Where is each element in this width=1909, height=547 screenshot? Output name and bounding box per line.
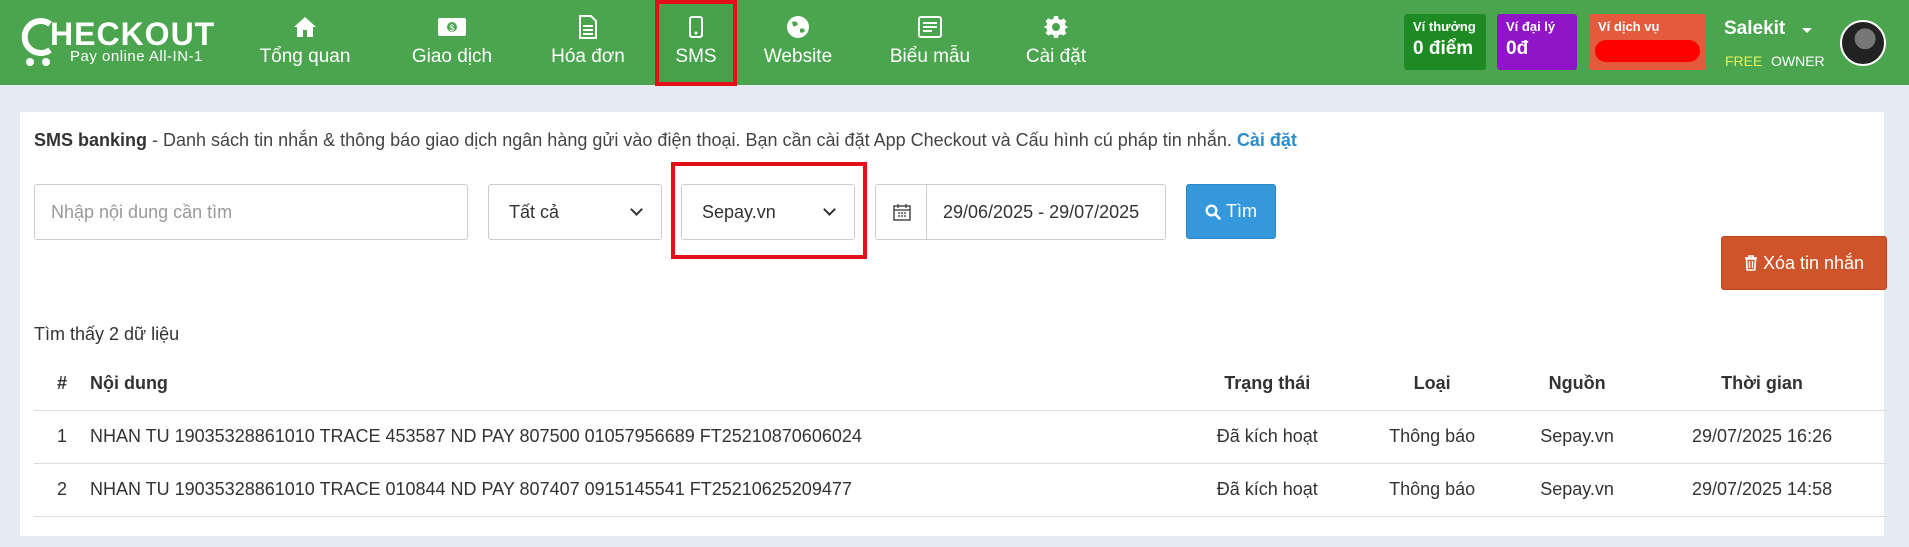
type-select-value: Tất cả bbox=[509, 201, 560, 222]
user-name[interactable]: Salekit bbox=[1724, 18, 1785, 40]
cell-index: 2 bbox=[34, 463, 90, 517]
form-icon bbox=[880, 14, 980, 40]
column-header-content: Nội dung bbox=[89, 357, 1188, 411]
search-button[interactable]: Tìm bbox=[1186, 184, 1276, 239]
search-button-label: Tìm bbox=[1226, 201, 1257, 221]
nav-label: Giao dịch bbox=[411, 46, 493, 67]
home-icon bbox=[248, 14, 362, 40]
chevron-down-icon bbox=[823, 203, 836, 216]
user-role: OWNER bbox=[1771, 53, 1825, 69]
wallet-value: 0đ bbox=[1506, 38, 1529, 59]
checkout-logo[interactable]: HECKOUT Pay online All-IN-1 bbox=[20, 16, 214, 68]
wallet-agent[interactable]: Ví đại lý 0đ bbox=[1497, 14, 1577, 70]
type-select[interactable]: Tất cả bbox=[488, 184, 662, 240]
nav-item-giao-dich[interactable]: $ Giao dịch bbox=[398, 0, 506, 85]
delete-button-label: Xóa tin nhắn bbox=[1762, 252, 1865, 273]
nav-label: Website bbox=[763, 46, 833, 67]
money-icon: $ bbox=[398, 14, 506, 40]
nav-item-cai-dat[interactable]: Cài đặt bbox=[1018, 0, 1094, 85]
column-header-status: Trạng thái bbox=[1187, 357, 1348, 411]
result-count: Tìm thấy 2 dữ liệu bbox=[34, 324, 180, 344]
settings-link[interactable]: Cài đặt bbox=[1237, 130, 1297, 150]
nav-label: Hóa đơn bbox=[551, 46, 625, 67]
nav-item-bieu-mau[interactable]: Biểu mẫu bbox=[880, 0, 980, 85]
nav-label: Tổng quan bbox=[259, 46, 351, 67]
nav-item-website[interactable]: Website bbox=[756, 0, 840, 85]
column-header-index: # bbox=[34, 357, 90, 411]
cell-content: NHAN TU 19035328861010 TRACE 010844 ND P… bbox=[89, 463, 1188, 517]
svg-text:$: $ bbox=[449, 23, 454, 33]
source-select-value: Sepay.vn bbox=[702, 201, 776, 222]
column-header-source: Nguồn bbox=[1517, 357, 1638, 411]
mobile-icon bbox=[659, 14, 733, 40]
logo-text: HECKOUT bbox=[50, 16, 216, 52]
wallet-title: Ví dịch vụ bbox=[1598, 19, 1660, 34]
wallet-service[interactable]: Ví dịch vụ bbox=[1589, 14, 1706, 70]
wallet-title: Ví thưởng bbox=[1413, 19, 1476, 34]
trash-icon bbox=[1744, 255, 1757, 271]
wallet-reward[interactable]: Ví thưởng 0 điểm bbox=[1404, 14, 1486, 70]
cell-time: 29/07/2025 14:58 bbox=[1637, 463, 1887, 517]
cell-time: 29/07/2025 16:26 bbox=[1637, 410, 1887, 464]
table-row[interactable]: 1 NHAN TU 19035328861010 TRACE 453587 ND… bbox=[34, 410, 1887, 464]
cell-status: Đã kích hoạt bbox=[1187, 463, 1348, 517]
page-title: SMS banking bbox=[34, 130, 148, 150]
column-header-type: Loại bbox=[1347, 357, 1518, 411]
wallet-title: Ví đại lý bbox=[1506, 19, 1556, 34]
gear-icon bbox=[1018, 14, 1094, 40]
sms-table: # Nội dung Trạng thái Loại Nguồn Thời gi… bbox=[34, 357, 1887, 517]
description-text: - Danh sách tin nhắn & thông báo giao dị… bbox=[147, 130, 1237, 150]
user-plan: FREE bbox=[1725, 53, 1763, 69]
cell-type: Thông báo bbox=[1347, 463, 1518, 517]
search-input[interactable] bbox=[34, 184, 468, 240]
nav-label: SMS bbox=[675, 46, 717, 67]
table-header-row: # Nội dung Trạng thái Loại Nguồn Thời gi… bbox=[34, 357, 1887, 411]
nav-item-sms[interactable]: SMS bbox=[655, 0, 737, 86]
wallet-value-redacted bbox=[1595, 40, 1700, 62]
cell-source: Sepay.vn bbox=[1517, 463, 1638, 517]
cell-source: Sepay.vn bbox=[1517, 410, 1638, 464]
top-navbar: HECKOUT Pay online All-IN-1 Tổng quan $ … bbox=[0, 0, 1909, 86]
page-description: SMS banking - Danh sách tin nhắn & thông… bbox=[34, 130, 1297, 151]
chevron-down-icon bbox=[630, 203, 643, 216]
caret-down-icon[interactable] bbox=[1802, 28, 1812, 33]
nav-item-hoa-don[interactable]: Hóa đơn bbox=[542, 0, 634, 85]
cell-content: NHAN TU 19035328861010 TRACE 453587 ND P… bbox=[89, 410, 1188, 464]
sms-panel: SMS banking - Danh sách tin nhắn & thông… bbox=[20, 112, 1887, 536]
column-header-time: Thời gian bbox=[1637, 357, 1887, 411]
logo-tagline: Pay online All-IN-1 bbox=[70, 48, 203, 65]
calendar-icon[interactable] bbox=[875, 184, 927, 240]
cell-index: 1 bbox=[34, 410, 90, 464]
nav-label: Biểu mẫu bbox=[889, 46, 971, 67]
source-select[interactable]: Sepay.vn bbox=[681, 184, 855, 240]
nav-label: Cài đặt bbox=[1025, 46, 1087, 67]
document-icon bbox=[542, 14, 634, 40]
nav-item-tong-quan[interactable]: Tổng quan bbox=[248, 0, 362, 85]
delete-messages-button[interactable]: Xóa tin nhắn bbox=[1721, 236, 1887, 290]
table-row[interactable]: 2 NHAN TU 19035328861010 TRACE 010844 ND… bbox=[34, 463, 1887, 517]
cell-status: Đã kích hoạt bbox=[1187, 410, 1348, 464]
cell-type: Thông báo bbox=[1347, 410, 1518, 464]
globe-icon bbox=[756, 14, 840, 40]
avatar[interactable] bbox=[1840, 20, 1886, 66]
wallet-value: 0 điểm bbox=[1413, 38, 1474, 59]
search-icon bbox=[1205, 203, 1221, 220]
date-range-input[interactable]: 29/06/2025 - 29/07/2025 bbox=[926, 184, 1166, 240]
